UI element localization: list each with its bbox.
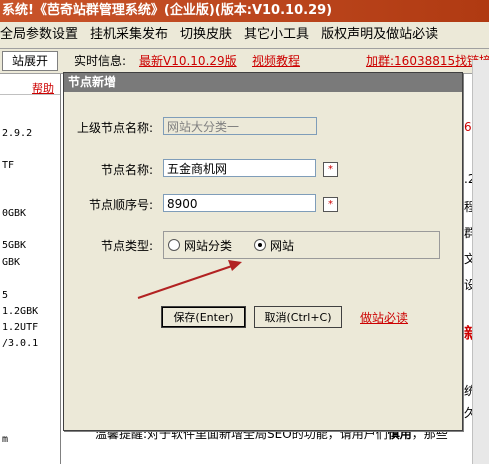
list-item[interactable]: /3.0.1 <box>2 338 38 349</box>
list-item[interactable]: 1.2UTF <box>2 322 38 333</box>
menu-copyright[interactable]: 版权声明及做站必读 <box>316 22 445 48</box>
radio-site-category-label[interactable]: 网站分类 <box>184 237 232 254</box>
window-title: 系统!《芭奇站群管理系统》(企业版)(版本:V10.10.29) <box>2 3 333 18</box>
join-group-link[interactable]: 加群:16038815找链接 <box>366 49 489 73</box>
node-order-label: 节点顺序号: <box>89 198 154 212</box>
video-tutorial-link[interactable]: 视频教程 <box>252 49 300 73</box>
radio-site-category[interactable] <box>168 239 180 251</box>
dialog-title: 节点新增 <box>68 75 117 89</box>
list-item[interactable]: 1.2GBK <box>2 306 38 317</box>
window-title-bar: 系统!《芭奇站群管理系统》(企业版)(版本:V10.10.29) <box>0 0 489 22</box>
node-type-label: 节点类型: <box>101 239 154 253</box>
must-read-link[interactable]: 做站必读 <box>360 309 408 326</box>
menu-collect-publish[interactable]: 挂机采集发布 <box>85 22 175 48</box>
menu-global-settings[interactable]: 全局参数设置 <box>0 22 85 48</box>
node-type-group: 网站分类 网站 <box>163 231 440 259</box>
node-name-label: 节点名称: <box>101 163 154 177</box>
add-node-dialog: 节点新增 上级节点名称: 网站大分类一 节点名称: 五金商机网 * 节点顺序号:… <box>63 72 463 431</box>
expand-sites-button[interactable]: 站展开 <box>2 51 58 71</box>
required-mark-icon: * <box>323 162 338 177</box>
parent-node-field: 网站大分类一 <box>163 117 317 135</box>
radio-site-label[interactable]: 网站 <box>270 237 294 254</box>
parent-node-label: 上级节点名称: <box>77 121 154 135</box>
realtime-info-label: 实时信息: <box>74 54 127 68</box>
divider <box>0 94 60 95</box>
radio-site[interactable] <box>254 239 266 251</box>
radio-selected-dot <box>258 243 262 247</box>
list-item[interactable]: 0GBK <box>2 208 26 219</box>
menu-switch-skin[interactable]: 切换皮肤 <box>175 22 239 48</box>
toolbar: 站展开 实时信息: 最新V10.10.29版 视频教程 加群:16038815找… <box>0 49 489 74</box>
save-button[interactable]: 保存(Enter) <box>161 306 246 328</box>
vertical-scrollbar[interactable] <box>472 60 489 464</box>
list-item[interactable]: 5GBK <box>2 240 26 251</box>
node-name-input[interactable]: 五金商机网 <box>163 159 316 177</box>
left-tree-pane[interactable]: 帮助 2.9.2 TF 0GBK 5GBK GBK 5 1.2GBK 1.2UT… <box>0 74 61 464</box>
required-mark-icon: * <box>323 197 338 212</box>
list-item[interactable]: 5 <box>2 290 8 301</box>
list-item[interactable]: TF <box>2 160 14 171</box>
node-order-input[interactable]: 8900 <box>163 194 316 212</box>
list-item[interactable]: GBK <box>2 257 20 268</box>
list-item[interactable]: 2.9.2 <box>2 128 32 139</box>
menu-bar: 全局参数设置 挂机采集发布 切换皮肤 其它小工具 版权声明及做站必读 <box>0 22 489 49</box>
dialog-title-bar[interactable]: 节点新增 <box>64 73 462 92</box>
menu-other-tools[interactable]: 其它小工具 <box>239 22 316 48</box>
list-item[interactable]: m <box>2 434 8 445</box>
latest-version-link[interactable]: 最新V10.10.29版 <box>139 49 237 73</box>
cancel-button[interactable]: 取消(Ctrl+C) <box>254 306 342 328</box>
